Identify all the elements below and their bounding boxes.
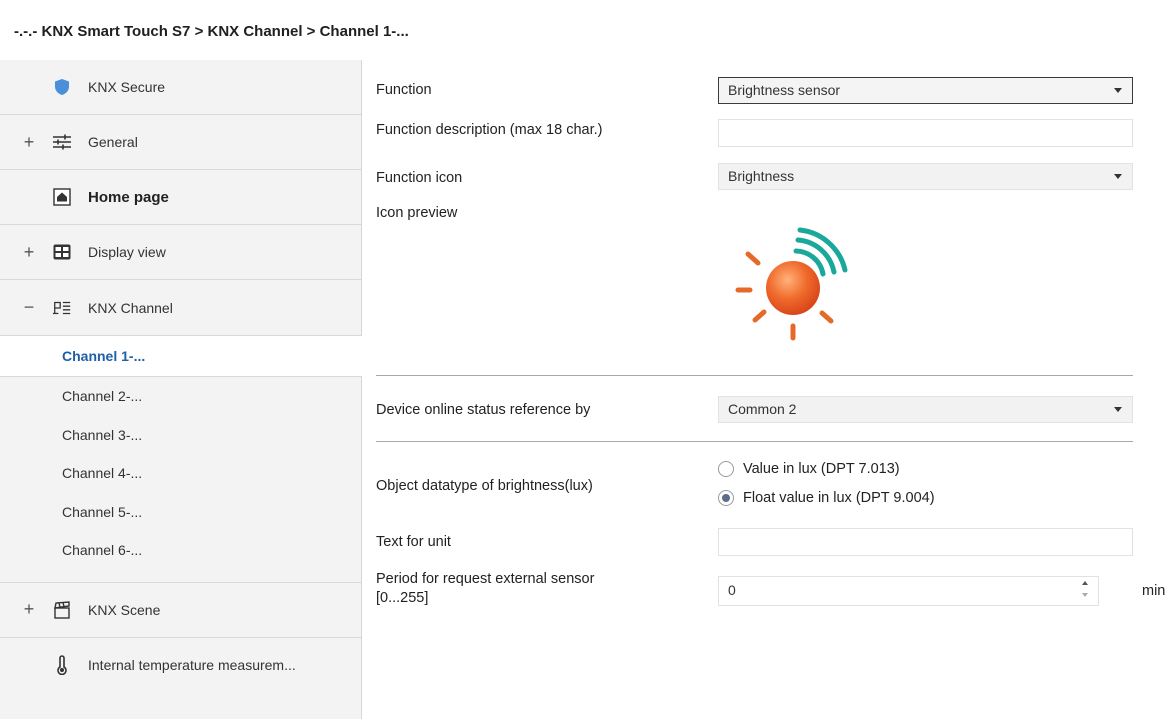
description-input[interactable]	[718, 119, 1133, 147]
breadcrumb: -.-.- KNX Smart Touch S7 > KNX Channel >…	[0, 0, 1165, 60]
sidebar-item-knx-channel[interactable]: − KNX Channel	[0, 280, 361, 335]
sidebar-item-channel-5[interactable]: Channel 5-...	[0, 492, 361, 531]
function-icon-label: Function icon	[376, 170, 463, 186]
clapper-icon	[52, 600, 72, 620]
unit-text-label: Text for unit	[376, 534, 451, 550]
radio-option-dpt-7013[interactable]: Value in lux (DPT 7.013)	[718, 461, 900, 477]
sidebar-item-knx-scene[interactable]: + KNX Scene	[0, 582, 361, 638]
divider	[376, 441, 1133, 442]
sidebar-item-channel-6[interactable]: Channel 6-...	[0, 531, 361, 570]
shield-icon	[52, 77, 72, 97]
online-status-label: Device online status reference by	[376, 402, 591, 418]
expand-icon[interactable]: +	[22, 242, 36, 263]
divider	[376, 375, 1133, 376]
radio-label: Float value in lux (DPT 9.004)	[743, 490, 935, 506]
sidebar-item-home-page[interactable]: Home page	[0, 170, 361, 225]
chevron-down-icon	[1114, 407, 1122, 412]
online-status-value: Common 2	[728, 401, 797, 417]
function-icon-select[interactable]: Brightness	[718, 163, 1133, 190]
sidebar-item-knx-secure[interactable]: KNX Secure	[0, 60, 361, 115]
icon-preview-label: Icon preview	[376, 205, 458, 221]
sidebar-item-label: KNX Scene	[88, 601, 161, 618]
channel-list: Channel 1-... Channel 2-... Channel 3-..…	[0, 335, 362, 583]
sidebar-item-label: Display view	[88, 244, 166, 260]
period-label-line1: Period for request external sensor	[376, 571, 595, 587]
sidebar-item-label: KNX Channel	[88, 299, 173, 316]
sidebar: KNX Secure + General Home page + Display…	[0, 60, 362, 719]
radio-button[interactable]	[718, 461, 734, 477]
sidebar-item-label: Home page	[88, 188, 169, 206]
collapse-icon[interactable]: −	[22, 297, 36, 318]
period-label-line2: [0...255]	[376, 590, 429, 606]
period-value: 0	[728, 582, 736, 598]
grid-icon	[52, 242, 72, 262]
brightness-icon	[718, 218, 858, 348]
sidebar-item-internal-temperature[interactable]: Internal temperature measurem...	[0, 637, 361, 693]
sidebar-item-channel-3[interactable]: Channel 3-...	[0, 415, 361, 454]
sidebar-item-channel-1[interactable]: Channel 1-...	[0, 335, 362, 377]
period-input[interactable]: 0	[718, 576, 1099, 606]
function-icon-value: Brightness	[728, 168, 795, 184]
chevron-down-icon	[1114, 88, 1122, 93]
chevron-down-icon	[1114, 174, 1122, 179]
function-label: Function	[376, 82, 432, 98]
sidebar-item-label: KNX Secure	[88, 79, 166, 95]
description-label: Function description (max 18 char.)	[376, 122, 603, 138]
sidebar-item-display-view[interactable]: + Display view	[0, 225, 361, 280]
sidebar-item-label: General	[88, 134, 138, 150]
sidebar-item-channel-4[interactable]: Channel 4-...	[0, 454, 361, 493]
function-value: Brightness sensor	[728, 82, 841, 98]
expand-icon[interactable]: +	[22, 132, 36, 153]
home-icon	[52, 187, 72, 207]
unit-text-input[interactable]	[718, 528, 1133, 556]
thermometer-icon	[52, 655, 72, 675]
sidebar-item-channel-2[interactable]: Channel 2-...	[0, 377, 361, 416]
radio-button-selected[interactable]	[718, 490, 734, 506]
function-select[interactable]: Brightness sensor	[718, 77, 1133, 104]
channel-icon	[52, 298, 72, 318]
expand-icon[interactable]: +	[22, 599, 36, 620]
radio-option-dpt-9004[interactable]: Float value in lux (DPT 9.004)	[718, 490, 935, 506]
sidebar-item-general[interactable]: + General	[0, 115, 361, 170]
spinner-icon[interactable]	[1082, 581, 1090, 599]
radio-label: Value in lux (DPT 7.013)	[743, 461, 900, 477]
datatype-label: Object datatype of brightness(lux)	[376, 478, 593, 494]
sliders-icon	[52, 132, 72, 152]
period-unit: min	[1142, 583, 1165, 599]
period-label: Period for request external sensor [0...…	[376, 570, 594, 608]
sidebar-item-label: Internal temperature measurem...	[88, 657, 296, 673]
online-status-select[interactable]: Common 2	[718, 396, 1133, 423]
parameter-panel: Function Brightness sensor Function desc…	[363, 60, 1165, 719]
